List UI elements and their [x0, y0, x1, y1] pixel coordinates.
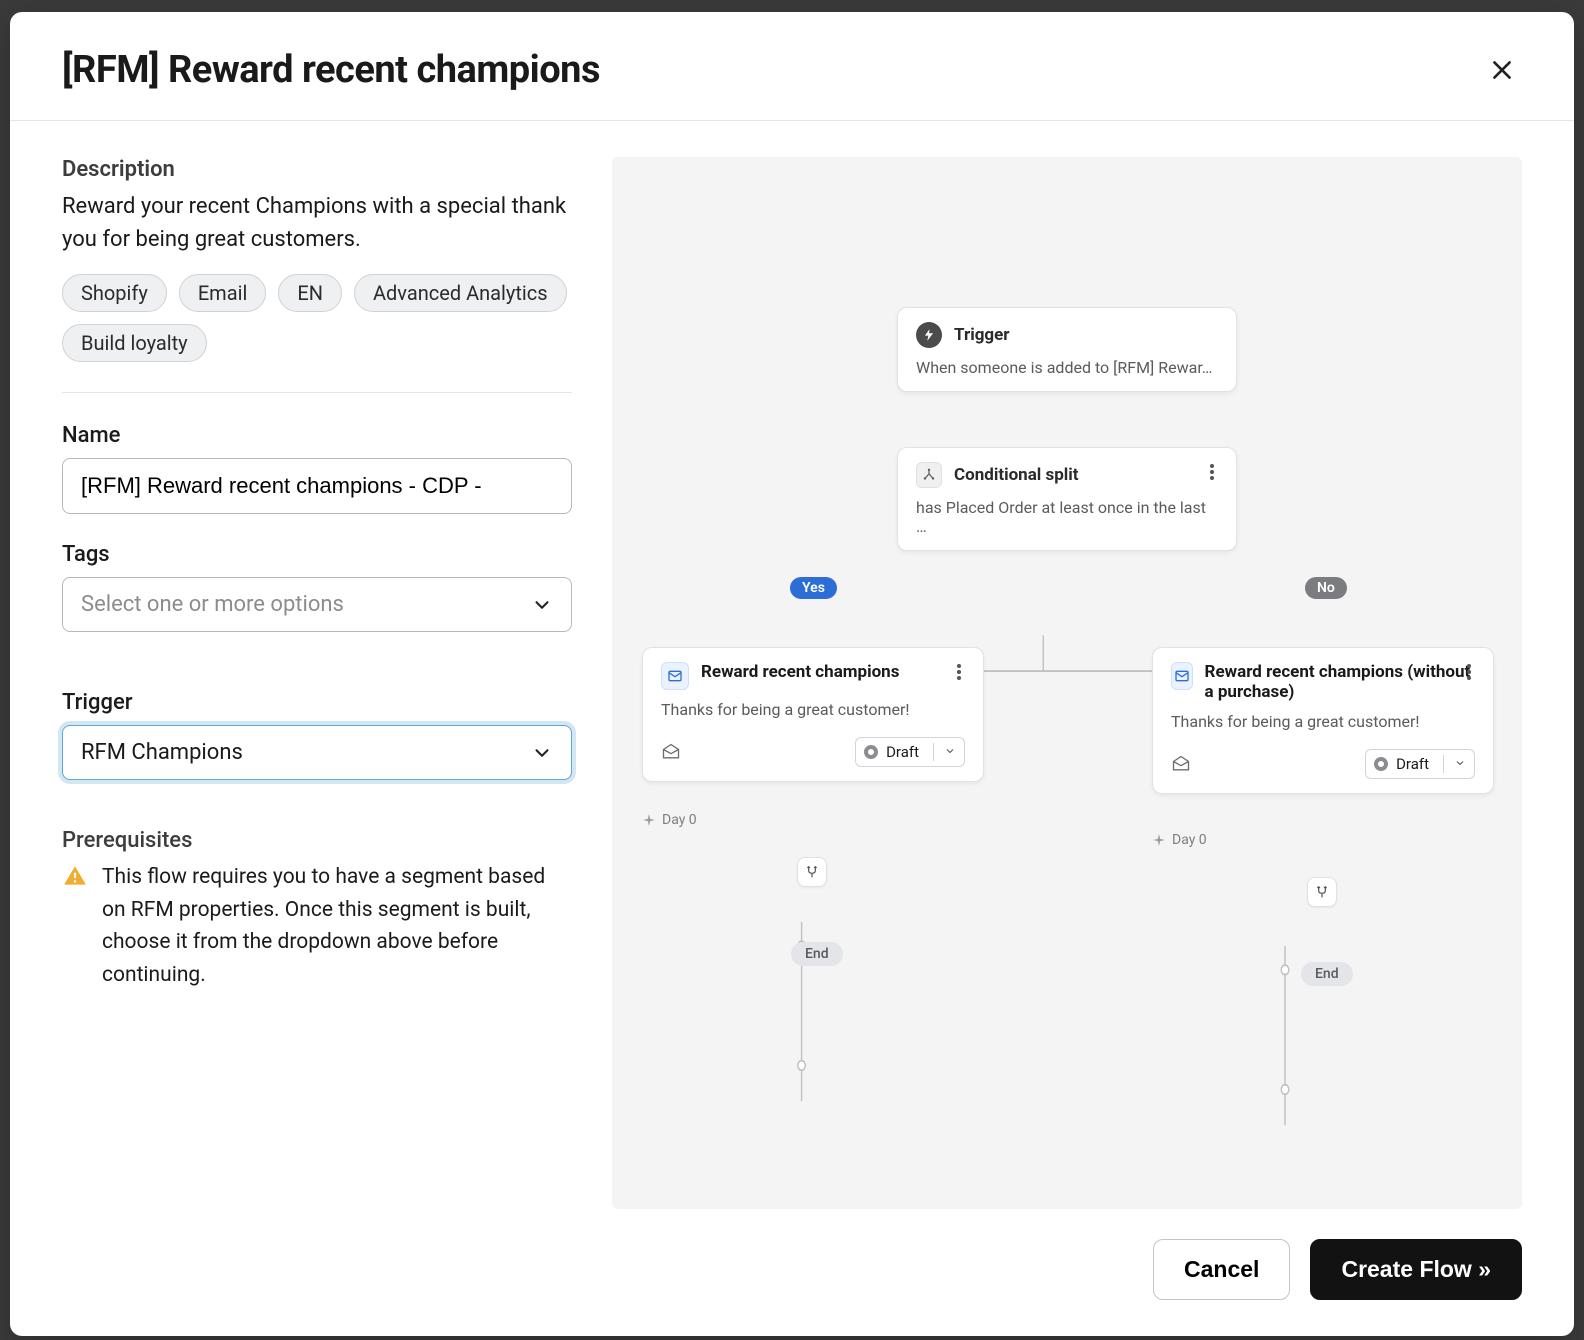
branch-yes-pill: Yes	[790, 577, 837, 599]
sparkle-icon	[642, 813, 656, 827]
email-no-menu-button[interactable]	[1459, 662, 1479, 682]
email-yes-title: Reward recent champions	[701, 662, 899, 682]
flow-trigger-node[interactable]: Trigger When someone is added to [RFM] R…	[897, 307, 1237, 392]
prerequisites-label: Prerequisites	[62, 828, 572, 853]
chevron-down-icon	[933, 743, 956, 761]
prerequisites-row: This flow requires you to have a segment…	[62, 861, 572, 991]
close-icon	[1489, 57, 1515, 83]
email-no-title: Reward recent champions (without a purch…	[1205, 662, 1475, 702]
sparkle-icon	[1152, 833, 1166, 847]
email-icon	[661, 662, 689, 690]
name-field: Name	[62, 423, 572, 514]
email-icon	[1171, 662, 1193, 690]
chip-build-loyalty: Build loyalty	[62, 324, 207, 362]
email-open-icon	[661, 742, 681, 762]
split-node-sub: has Placed Order at least once in the la…	[916, 498, 1218, 536]
email-no-day-label: Day 0	[1152, 832, 1207, 848]
flow-split-node[interactable]: Conditional split has Placed Order at le…	[897, 447, 1237, 551]
tags-placeholder: Select one or more options	[81, 592, 344, 617]
end-pill-yes: End	[791, 942, 843, 966]
flow-template-modal: [RFM] Reward recent champions Descriptio…	[10, 12, 1574, 1336]
email-yes-status: Draft	[886, 743, 919, 761]
modal-body: Description Reward your recent Champions…	[10, 121, 1574, 1209]
merge-icon	[1307, 877, 1337, 907]
email-yes-day-label: Day 0	[642, 812, 697, 828]
close-button[interactable]	[1482, 50, 1522, 90]
email-yes-menu-button[interactable]	[949, 662, 969, 682]
trigger-value: RFM Champions	[81, 740, 243, 765]
split-node-menu-button[interactable]	[1202, 462, 1222, 482]
chip-shopify: Shopify	[62, 274, 167, 312]
tag-chips: Shopify Email EN Advanced Analytics Buil…	[62, 274, 572, 393]
chevron-down-icon	[1443, 755, 1466, 773]
modal-header: [RFM] Reward recent champions	[10, 12, 1574, 121]
bolt-icon	[916, 322, 942, 348]
chip-advanced-analytics: Advanced Analytics	[354, 274, 567, 312]
modal-title: [RFM] Reward recent champions	[62, 48, 600, 92]
email-no-status: Draft	[1396, 755, 1429, 773]
chip-email: Email	[179, 274, 267, 312]
branch-no-pill: No	[1305, 577, 1347, 599]
name-input[interactable]	[62, 458, 572, 514]
create-flow-button[interactable]: Create Flow »	[1310, 1239, 1522, 1300]
name-label: Name	[62, 423, 572, 448]
flow-email-yes-node[interactable]: Reward recent champions Thanks for being…	[642, 647, 984, 782]
email-open-icon	[1171, 754, 1191, 774]
email-no-preview: Thanks for being a great customer!	[1171, 712, 1475, 731]
chevron-down-icon	[531, 594, 553, 616]
warning-icon	[62, 863, 88, 889]
cancel-button[interactable]: Cancel	[1153, 1239, 1290, 1300]
email-yes-preview: Thanks for being a great customer!	[661, 700, 965, 719]
chip-en: EN	[278, 274, 342, 312]
chevron-down-icon	[531, 742, 553, 764]
flow-email-no-node[interactable]: Reward recent champions (without a purch…	[1152, 647, 1494, 794]
modal-footer: Cancel Create Flow »	[10, 1209, 1574, 1336]
trigger-label: Trigger	[62, 690, 572, 715]
status-dot-icon	[864, 745, 878, 759]
trigger-field: Trigger RFM Champions	[62, 690, 572, 780]
left-pane: Description Reward your recent Champions…	[62, 157, 572, 1209]
email-no-status-dropdown[interactable]: Draft	[1365, 749, 1475, 779]
description-text: Reward your recent Champions with a spec…	[62, 190, 572, 256]
status-dot-icon	[1374, 757, 1388, 771]
split-node-title: Conditional split	[954, 465, 1079, 485]
trigger-select[interactable]: RFM Champions	[62, 725, 572, 780]
merge-icon	[797, 857, 827, 887]
end-pill-no: End	[1301, 962, 1353, 986]
trigger-node-sub: When someone is added to [RFM] Rewar…	[916, 358, 1218, 377]
trigger-node-title: Trigger	[954, 325, 1010, 345]
description-label: Description	[62, 157, 572, 182]
tags-select[interactable]: Select one or more options	[62, 577, 572, 632]
flow-preview-canvas: Trigger When someone is added to [RFM] R…	[612, 157, 1522, 1209]
tags-field: Tags Select one or more options	[62, 542, 572, 632]
prerequisites-text: This flow requires you to have a segment…	[102, 861, 572, 991]
split-icon	[916, 462, 942, 488]
tags-label: Tags	[62, 542, 572, 567]
email-yes-status-dropdown[interactable]: Draft	[855, 737, 965, 767]
